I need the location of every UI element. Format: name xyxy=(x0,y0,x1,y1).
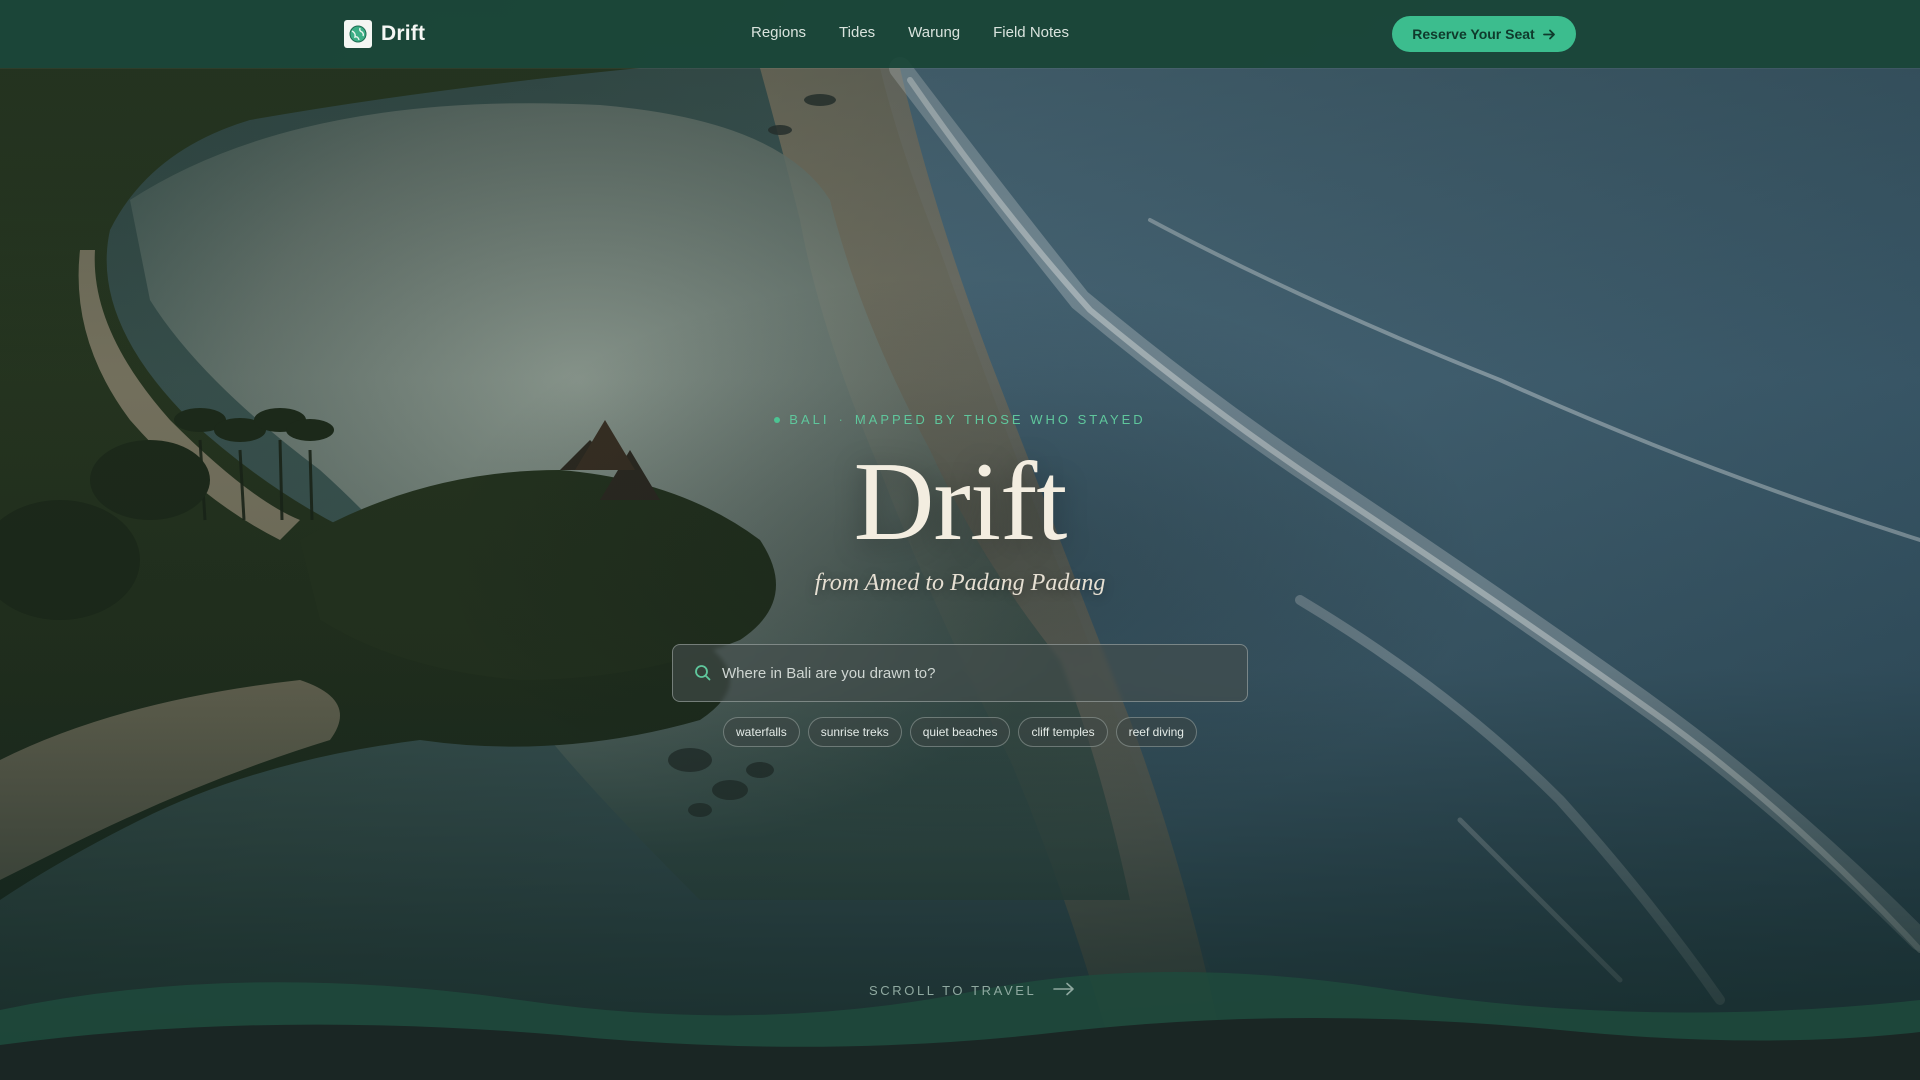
brand[interactable]: Drift xyxy=(344,20,425,48)
scroll-cue-label: SCROLL TO TRAVEL xyxy=(869,983,1037,998)
main-nav: Regions Tides Warung Field Notes xyxy=(751,24,1069,41)
top-navigation-bar: Drift Regions Tides Warung Field Notes R… xyxy=(0,0,1920,68)
arrow-right-icon xyxy=(1053,982,1075,999)
search-input[interactable] xyxy=(722,645,1247,701)
arrow-right-icon xyxy=(1542,28,1556,41)
bottom-wave-divider xyxy=(0,971,1920,1080)
hero-subtitle: from Amed to Padang Padang xyxy=(814,570,1106,596)
search-icon xyxy=(694,664,712,682)
chip-reef-diving[interactable]: reef diving xyxy=(1115,717,1197,747)
reserve-seat-label: Reserve Your Seat xyxy=(1412,26,1535,42)
chip-sunrise-treks[interactable]: sunrise treks xyxy=(807,717,902,747)
nav-link-tides[interactable]: Tides xyxy=(839,24,875,41)
chip-cliff-temples[interactable]: cliff temples xyxy=(1018,717,1108,747)
search-box xyxy=(672,644,1248,702)
nav-link-field-notes[interactable]: Field Notes xyxy=(993,24,1069,41)
nav-link-regions[interactable]: Regions xyxy=(751,24,806,41)
eyebrow-place: BALI xyxy=(789,412,830,427)
scroll-to-travel-link[interactable]: SCROLL TO TRAVEL xyxy=(869,982,1075,999)
hero-title: Drift xyxy=(853,440,1068,564)
chip-waterfalls[interactable]: waterfalls xyxy=(723,717,800,747)
reserve-seat-button[interactable]: Reserve Your Seat xyxy=(1392,16,1576,52)
globe-icon xyxy=(344,20,372,48)
suggestion-chips: waterfalls sunrise treks quiet beaches c… xyxy=(0,717,1920,747)
eyebrow-separator: · xyxy=(838,412,846,427)
hero-eyebrow: BALI · MAPPED BY THOSE WHO STAYED xyxy=(0,412,1920,427)
chip-quiet-beaches[interactable]: quiet beaches xyxy=(909,717,1011,747)
nav-link-warung[interactable]: Warung xyxy=(908,24,960,41)
status-dot-icon xyxy=(774,416,781,423)
eyebrow-tagline: MAPPED BY THOSE WHO STAYED xyxy=(854,412,1146,427)
brand-name: Drift xyxy=(381,22,426,45)
